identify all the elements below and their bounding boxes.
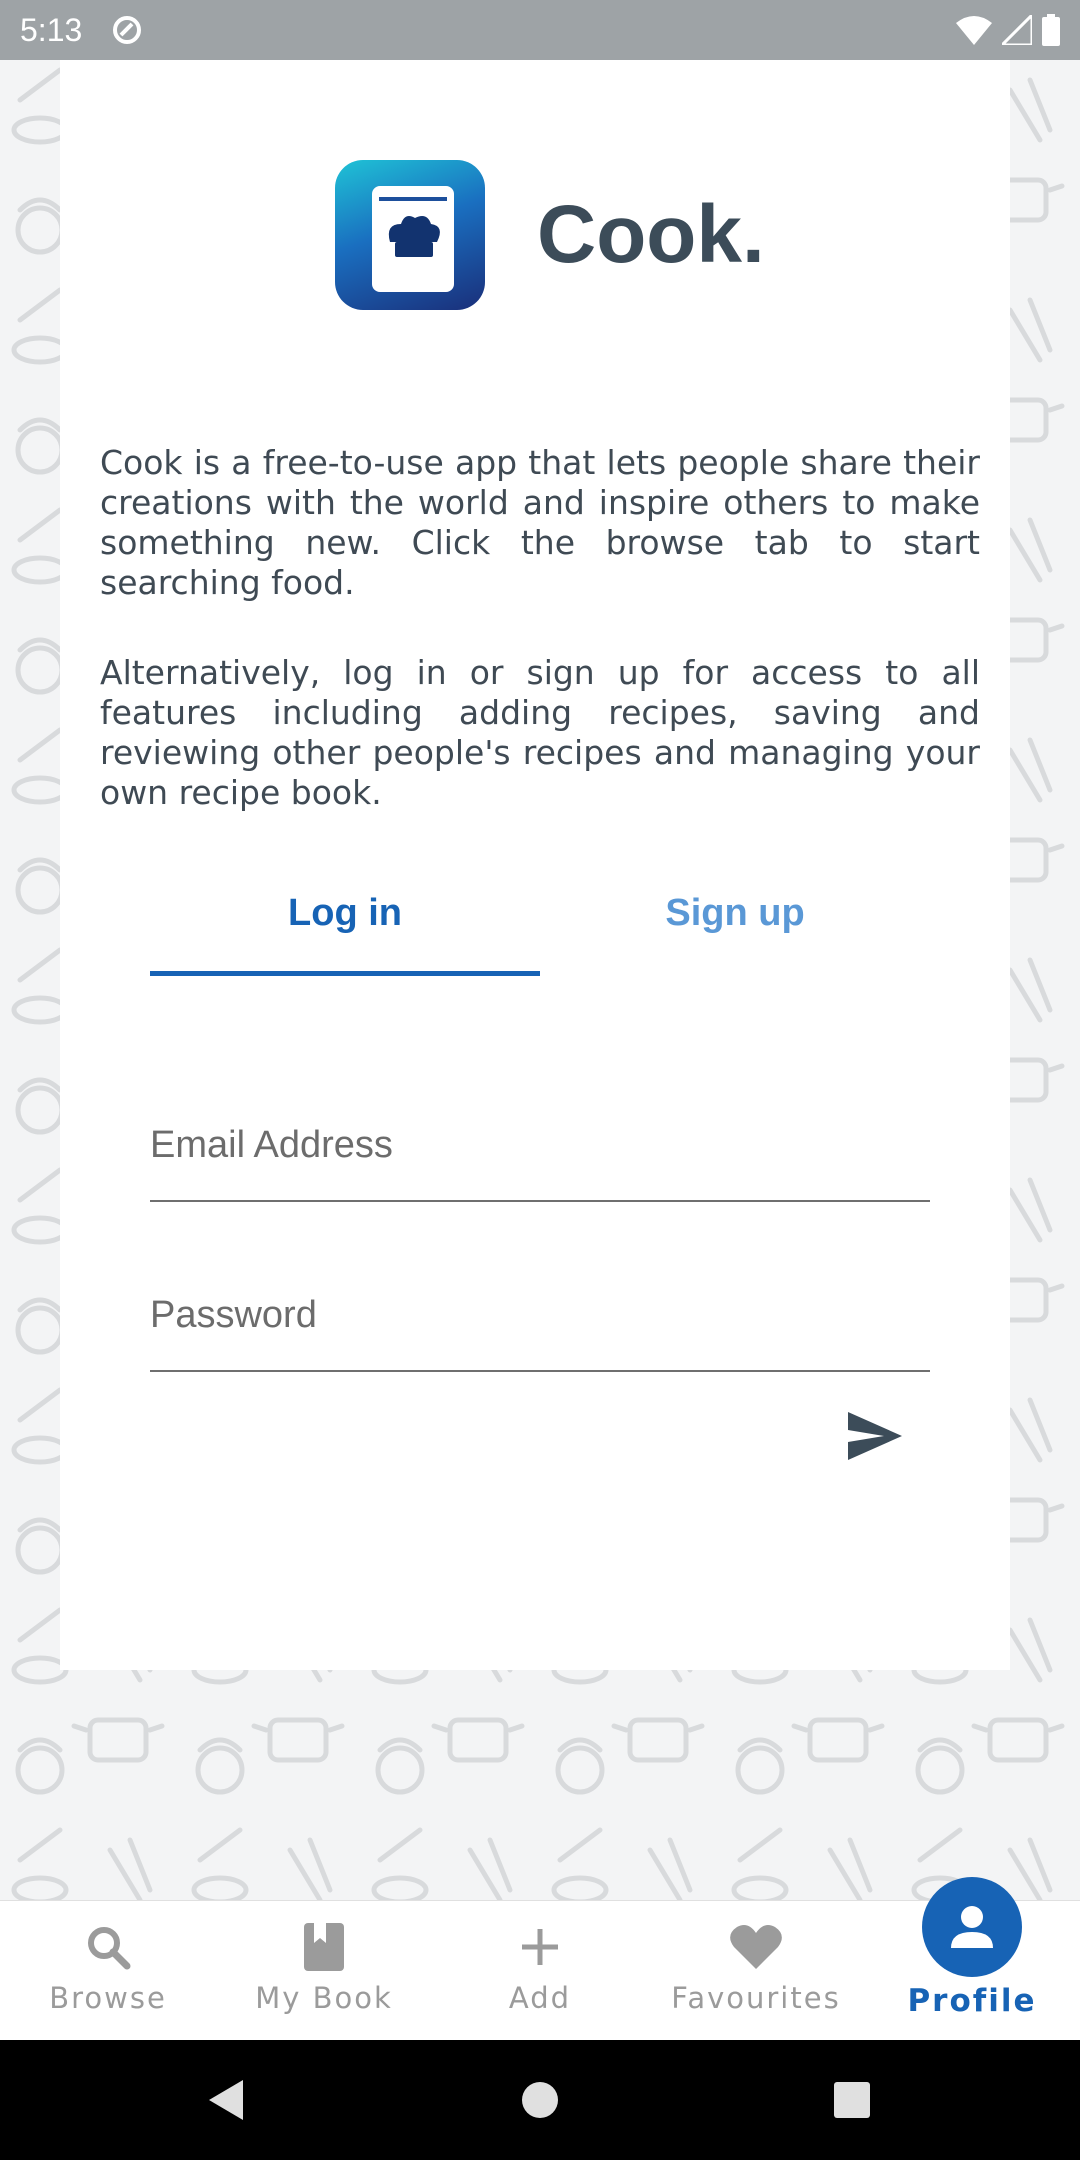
active-tab-indicator xyxy=(150,971,540,976)
signal-icon xyxy=(1002,15,1032,45)
bottom-navigation: Browse My Book Add Favourites Profile xyxy=(0,1877,1080,2041)
person-icon xyxy=(922,1877,1022,1977)
email-field[interactable] xyxy=(150,1090,930,1200)
password-field[interactable] xyxy=(150,1260,930,1370)
wifi-icon xyxy=(956,16,992,45)
recents-button[interactable] xyxy=(792,2040,912,2160)
nav-favourites-label: Favourites xyxy=(671,1981,841,2015)
status-icons xyxy=(956,14,1060,46)
battery-icon xyxy=(1042,14,1060,46)
back-button[interactable] xyxy=(165,2040,285,2160)
intro-paragraph-1: Cook is a free-to-use app that lets peop… xyxy=(100,443,980,602)
tab-login[interactable]: Log in xyxy=(150,850,540,976)
home-icon xyxy=(522,2082,558,2118)
send-icon xyxy=(848,1412,902,1460)
plus-icon xyxy=(512,1919,568,1975)
intro-paragraph-2: Alternatively, log in or sign up for acc… xyxy=(100,653,980,812)
at-sign-icon xyxy=(113,16,142,44)
content-card: Cook. Cook is a free-to-use app that let… xyxy=(60,60,1010,1670)
password-field-container xyxy=(150,1260,930,1372)
back-icon xyxy=(209,2080,243,2120)
email-field-container xyxy=(150,1090,930,1202)
nav-profile[interactable]: Profile xyxy=(864,1877,1080,2041)
nav-favourites[interactable]: Favourites xyxy=(648,1901,864,2041)
app-title: Cook. xyxy=(537,189,765,280)
book-icon xyxy=(296,1919,352,1975)
system-navigation-bar xyxy=(0,2040,1080,2160)
search-icon xyxy=(80,1919,136,1975)
auth-tabs: Log in Sign up xyxy=(150,850,930,976)
home-button[interactable] xyxy=(480,2040,600,2160)
nav-profile-label: Profile xyxy=(907,1983,1037,2019)
nav-my-book-label: My Book xyxy=(255,1981,393,2015)
tab-signup[interactable]: Sign up xyxy=(540,850,930,976)
app-header: Cook. xyxy=(335,160,765,310)
cookbook-chef-hat-icon xyxy=(335,160,485,310)
nav-add-label: Add xyxy=(508,1981,572,2015)
nav-browse[interactable]: Browse xyxy=(0,1901,216,2041)
nav-browse-label: Browse xyxy=(49,1981,167,2015)
nav-add[interactable]: Add xyxy=(432,1901,648,2041)
status-bar: 5:13 xyxy=(0,0,1080,60)
send-button[interactable] xyxy=(838,1400,910,1472)
status-time: 5:13 xyxy=(20,11,83,48)
nav-my-book[interactable]: My Book xyxy=(216,1901,432,2041)
recents-icon xyxy=(834,2082,870,2118)
heart-icon xyxy=(728,1919,784,1975)
